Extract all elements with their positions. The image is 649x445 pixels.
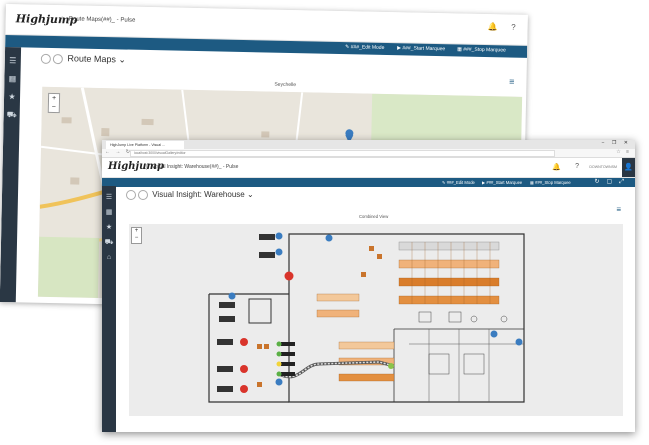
edit-mode-button[interactable]: ✎ ###_Edit Mode [442,180,475,185]
start-marquee-label: ###_Start Marquee [402,45,446,53]
forward-nav-icon[interactable] [138,190,148,200]
sidebar: ☰ ▦ ★ ⛟ ⌂ [102,186,116,432]
browser-addressbar: ← → ↻ localhost:3000/visualGallery/edito… [102,149,635,158]
zoom-control[interactable]: + − [47,92,61,114]
app-title: Visual Insight: Warehouse(##)_ - Pulse [146,164,238,170]
window-controls[interactable]: − ❐ ✕ [602,140,631,146]
menu-icon[interactable]: ☰ [102,193,116,201]
hamburger-icon[interactable]: ≡ [509,77,514,87]
truck-icon[interactable]: ⛟ [4,110,20,120]
browser-nav-icons[interactable]: ← → ↻ [105,149,132,155]
browser-tabstrip: HighJump Live Platform - Visual ... − ❐ … [102,140,635,149]
browser-menu-icons[interactable]: ☆ ≡ [616,149,631,155]
stop-marquee-label: ###_Stop Marquee [463,46,506,54]
browser-tab[interactable]: HighJump Live Platform - Visual ... [106,141,184,149]
page-title-text: Visual Insight: Warehouse [152,190,245,200]
export-icon[interactable]: ▢ [607,179,620,185]
username[interactable]: DOWNTOWNSM [589,165,617,169]
help-icon[interactable]: ? [575,163,579,170]
warehouse-floorplan[interactable]: + − [129,224,623,416]
zoom-out-button[interactable]: − [132,235,141,242]
menu-icon[interactable]: ☰ [5,56,21,65]
edit-mode-label: ###_Edit Mode [350,44,385,51]
stop-marquee-button[interactable]: ▦ ###_Stop Marquee [530,180,571,185]
app-header: Highjump Visual Insight: Warehouse(##)_ … [102,158,635,178]
page-title: Route Maps ⌄ [40,53,126,66]
toolbar: ✎ ###_Edit Mode ▶ ###_Start Marquee ▦ ##… [102,178,635,187]
stop-marquee-label: ###_Stop Marquee [535,179,571,185]
zoom-control[interactable]: + − [131,227,142,244]
forward-nav-icon[interactable] [52,53,63,64]
start-marquee-label: ###_Start Marquee [486,179,523,185]
bell-icon[interactable]: 🔔 [552,163,561,171]
hamburger-icon[interactable]: ≡ [616,205,621,214]
back-nav-icon[interactable] [40,53,51,64]
truck-icon[interactable]: ⛟ [102,238,116,247]
refresh-icon[interactable]: ↻ [594,179,606,185]
star-icon[interactable]: ★ [102,223,116,231]
start-marquee-button[interactable]: ▶ ###_Start Marquee [397,45,445,52]
page-title: Visual Insight: Warehouse ⌄ [126,190,254,200]
zoom-in-button[interactable]: + [49,94,59,103]
star-icon[interactable]: ★ [4,92,20,101]
help-icon[interactable]: ? [511,23,516,32]
expand-icon[interactable]: ⤢ [619,179,631,185]
back-nav-icon[interactable] [126,190,136,200]
start-marquee-button[interactable]: ▶ ###_Start Marquee [482,180,522,185]
stop-marquee-button[interactable]: ▦ ###_Stop Marquee [457,46,506,53]
grid-icon[interactable]: ▦ [4,74,20,83]
bell-icon[interactable]: 🔔 [488,22,498,31]
toolbar-icons: ↻▢⤢ [594,178,631,186]
edit-mode-button[interactable]: ✎ ###_Edit Mode [345,44,384,51]
zoom-in-button[interactable]: + [132,228,141,235]
edit-mode-label: ###_Edit Mode [446,179,475,185]
visual-insight-window: HighJump Live Platform - Visual ... − ❐ … [102,140,635,432]
chevron-down-icon[interactable]: ⌄ [247,190,254,199]
view-subtitle: Combined View [359,214,389,219]
sidebar: ☰ ▦ ★ ⛟ [0,46,22,303]
chevron-down-icon[interactable]: ⌄ [118,54,126,64]
user-icon[interactable]: 👤 [622,158,635,177]
bank-icon[interactable]: ⌂ [102,254,116,261]
grid-icon[interactable]: ▦ [102,208,116,216]
floorplan-graphic [129,224,623,416]
zoom-out-button[interactable]: − [49,103,59,112]
map-subtitle: Seychelle [274,81,297,89]
page-title-text: Route Maps [67,53,117,65]
url-field[interactable]: localhost:3000/visualGallery/editor [130,150,555,157]
